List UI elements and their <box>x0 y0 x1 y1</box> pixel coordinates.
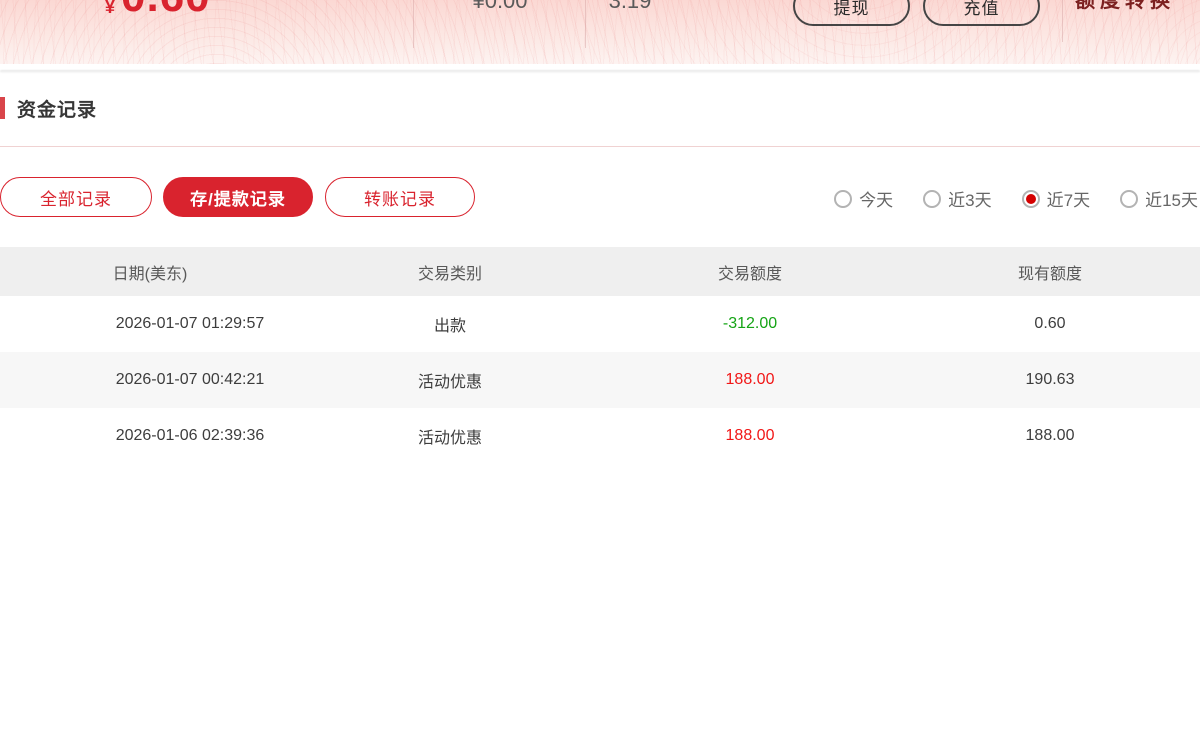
section-divider <box>0 146 1200 147</box>
radio-icon <box>1120 190 1138 208</box>
radio-icon <box>834 190 852 208</box>
secondary-balance-value: ¥0.00 <box>420 0 580 14</box>
cell-balance: 0.60 <box>900 296 1200 352</box>
range-label: 近3天 <box>948 186 991 211</box>
radio-checked-icon <box>1022 190 1040 208</box>
range-label: 近15天 <box>1145 186 1198 211</box>
funds-record-page: ¥ 0.60 ¥0.00 3.19 提现 充值 额度转换 资金记录 全部记录 存… <box>0 0 1200 741</box>
page-title: 资金记录 <box>17 95 97 122</box>
banner-divider <box>1062 0 1063 42</box>
cell-balance: 190.63 <box>900 352 1200 408</box>
range-today[interactable]: 今天 <box>834 186 893 211</box>
tab-all-records[interactable]: 全部记录 <box>0 177 152 217</box>
banner-divider <box>413 0 414 48</box>
date-range-group: 今天 近3天 近7天 近15天 <box>834 186 1198 211</box>
cell-balance: 188.00 <box>900 408 1200 464</box>
tab-deposit-withdraw-records[interactable]: 存/提款记录 <box>163 177 313 217</box>
transactions-table: 日期(美东) 交易类别 交易额度 现有额度 2026-01-07 01:29:5… <box>0 247 1200 464</box>
currency-symbol: ¥ <box>105 0 115 18</box>
points-value: 3.19 <box>585 0 675 14</box>
range-label: 今天 <box>859 186 893 211</box>
cell-date: 2026-01-07 01:29:57 <box>0 296 300 352</box>
cell-type: 活动优惠 <box>300 352 600 408</box>
main-balance: ¥ 0.60 <box>105 0 211 23</box>
wallet-banner: ¥ 0.60 ¥0.00 3.19 提现 充值 额度转换 <box>0 0 1200 64</box>
cell-date: 2026-01-06 02:39:36 <box>0 408 300 464</box>
banner-bottom-shadow <box>0 70 1200 73</box>
cell-amount: 188.00 <box>600 352 900 408</box>
cell-type: 出款 <box>300 296 600 352</box>
column-header-type: 交易类别 <box>300 247 600 296</box>
cell-amount: -312.00 <box>600 296 900 352</box>
column-header-balance: 现有额度 <box>900 247 1200 296</box>
range-last-15-days[interactable]: 近15天 <box>1120 186 1198 211</box>
table-row: 2026-01-07 01:29:57 出款 -312.00 0.60 <box>0 296 1200 352</box>
table-row: 2026-01-06 02:39:36 活动优惠 188.00 188.00 <box>0 408 1200 464</box>
column-header-date: 日期(美东) <box>0 247 300 296</box>
range-last-3-days[interactable]: 近3天 <box>923 186 991 211</box>
withdraw-button[interactable]: 提现 <box>793 0 910 26</box>
cell-type: 活动优惠 <box>300 408 600 464</box>
main-balance-value: 0.60 <box>121 0 211 23</box>
range-last-7-days[interactable]: 近7天 <box>1022 186 1090 211</box>
tab-transfer-records[interactable]: 转账记录 <box>325 177 475 217</box>
banner-right-link[interactable]: 额度转换 <box>1075 0 1175 13</box>
table-row: 2026-01-07 00:42:21 活动优惠 188.00 190.63 <box>0 352 1200 408</box>
section-header: 资金记录 <box>0 95 1200 121</box>
deposit-button[interactable]: 充值 <box>923 0 1040 26</box>
radio-icon <box>923 190 941 208</box>
range-label: 近7天 <box>1047 186 1090 211</box>
title-accent-bar <box>0 97 5 119</box>
cell-amount: 188.00 <box>600 408 900 464</box>
column-header-amount: 交易额度 <box>600 247 900 296</box>
cell-date: 2026-01-07 00:42:21 <box>0 352 300 408</box>
table-header-row: 日期(美东) 交易类别 交易额度 现有额度 <box>0 247 1200 296</box>
